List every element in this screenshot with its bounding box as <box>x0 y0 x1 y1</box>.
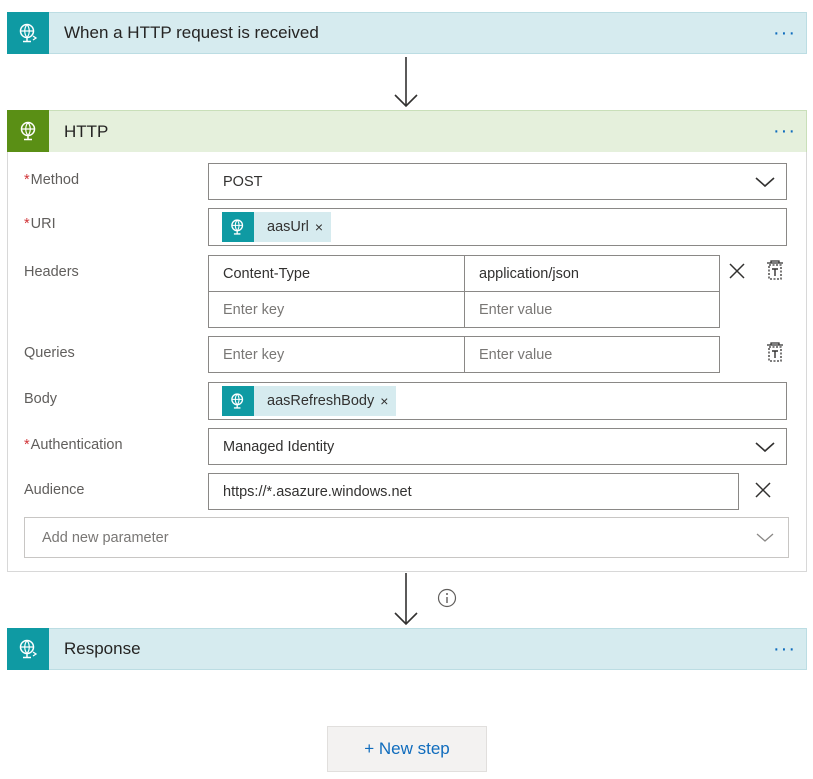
add-new-parameter-select[interactable]: Add new parameter <box>24 517 789 558</box>
headers-label: Headers <box>24 264 79 280</box>
audience-input[interactable]: https://*.asazure.windows.net <box>208 473 739 510</box>
body-input[interactable]: aasRefreshBody × <box>208 382 787 420</box>
method-label: *Method <box>24 172 80 188</box>
header-value-placeholder: Enter value <box>479 301 553 318</box>
new-step-button[interactable]: + New step <box>327 726 487 772</box>
query-value-input[interactable]: Enter value <box>464 336 720 373</box>
header-value-input[interactable]: application/json <box>464 255 720 292</box>
http-globe-icon <box>7 110 49 152</box>
chevron-down-icon <box>755 441 775 452</box>
header-key-input[interactable]: Content-Type <box>208 255 465 292</box>
add-new-parameter-placeholder: Add new parameter <box>42 529 169 546</box>
queries-label: Queries <box>24 345 75 361</box>
query-key-placeholder: Enter key <box>223 346 285 363</box>
audience-label: Audience <box>24 482 85 498</box>
response-card-header[interactable]: Response ··· <box>7 627 807 670</box>
authentication-label: *Authentication <box>24 437 123 453</box>
chevron-down-icon <box>756 533 774 542</box>
method-select[interactable]: POST <box>208 163 787 200</box>
http-card-header[interactable]: HTTP ··· <box>7 110 807 152</box>
header-value-value: application/json <box>479 265 579 282</box>
response-more-button[interactable]: ··· <box>773 639 796 659</box>
authentication-select[interactable]: Managed Identity <box>208 428 787 465</box>
clear-audience-icon[interactable] <box>754 481 772 499</box>
response-title: Response <box>64 639 141 658</box>
query-value-placeholder: Enter value <box>479 346 553 363</box>
trigger-card-header[interactable]: When a HTTP request is received ··· <box>7 11 807 54</box>
http-request-icon <box>7 11 49 54</box>
http-request-icon <box>222 212 254 242</box>
uri-token[interactable]: aasUrl × <box>222 212 332 242</box>
header-key-value: Content-Type <box>223 265 311 282</box>
body-token-label: aasRefreshBody <box>267 393 375 409</box>
audience-value: https://*.asazure.windows.net <box>223 483 412 500</box>
info-icon[interactable] <box>437 588 457 608</box>
header-key-placeholder: Enter key <box>223 301 285 318</box>
uri-token-remove-button[interactable]: × <box>315 219 331 235</box>
body-label: Body <box>24 391 58 407</box>
chevron-down-icon <box>755 176 775 187</box>
flow-arrow-down-icon <box>394 57 418 108</box>
trigger-title: When a HTTP request is received <box>64 23 319 42</box>
remove-header-icon[interactable] <box>728 262 746 280</box>
authentication-value: Managed Identity <box>223 438 335 455</box>
http-request-icon <box>222 386 254 416</box>
uri-input[interactable]: aasUrl × <box>208 208 787 246</box>
text-mode-icon[interactable] <box>765 341 785 363</box>
method-value: POST <box>223 173 263 190</box>
uri-token-label: aasUrl <box>267 219 309 235</box>
trigger-more-button[interactable]: ··· <box>773 23 796 43</box>
text-mode-icon[interactable] <box>765 259 785 281</box>
header-value-input[interactable]: Enter value <box>464 291 720 328</box>
flow-arrow-down-icon <box>394 573 418 626</box>
uri-label: *URI <box>24 216 56 232</box>
http-more-button[interactable]: ··· <box>773 121 796 141</box>
http-title: HTTP <box>64 121 109 141</box>
query-key-input[interactable]: Enter key <box>208 336 465 373</box>
header-key-input[interactable]: Enter key <box>208 291 465 328</box>
body-token-remove-button[interactable]: × <box>380 393 396 409</box>
body-token[interactable]: aasRefreshBody × <box>222 386 397 416</box>
http-request-icon <box>7 627 49 670</box>
